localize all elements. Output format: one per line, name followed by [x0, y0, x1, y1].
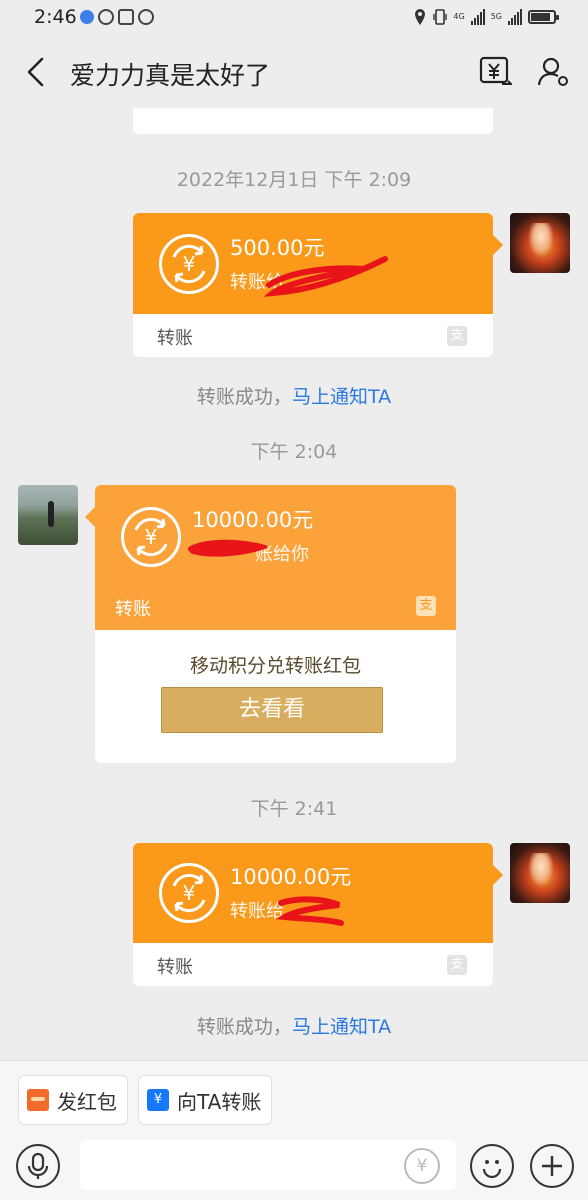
redaction-scribble [188, 539, 267, 557]
quick-transfer-icon[interactable]: ¥ [404, 1148, 440, 1184]
previous-message-card[interactable] [133, 108, 493, 134]
status-time: 2:46 [34, 6, 77, 28]
quick-action-bar: 发红包 ¥ 向TA转账 [0, 1060, 588, 1140]
my-avatar[interactable] [510, 213, 570, 273]
view-promo-button[interactable]: 去看看 [161, 687, 383, 733]
redaction-scribble [275, 896, 344, 926]
transfer-small-icon: ¥ [147, 1089, 169, 1111]
signal-icon-2 [508, 9, 522, 25]
transfer-card-header: ¥ 10000.00元 转账给 [133, 843, 503, 943]
transfer-coin-icon: ¥ [121, 507, 181, 567]
system-text: 转账成功， [196, 1016, 292, 1038]
transfer-coin-icon: ¥ [159, 234, 219, 294]
transfer-card-incoming[interactable]: ¥ 10000.00元 账给你 转账 支 移动积分兑转账红包 去看看 [85, 485, 456, 763]
battery-level [531, 13, 550, 21]
alipay-icon: 支 [447, 955, 467, 975]
transfer-type-label: 转账 [157, 957, 193, 978]
currency-symbol: ¥ [183, 252, 196, 276]
chat-header: 爱力力真是太好了 [0, 36, 588, 108]
message-timestamp: 下午 2:41 [250, 798, 338, 820]
qq-icon [98, 9, 114, 25]
transfer-amount: 10000.00元 [230, 865, 352, 889]
transfer-amount: 10000.00元 [192, 508, 314, 532]
smiley-icon [482, 1160, 502, 1179]
alipay-icon: 支 [416, 596, 436, 616]
currency-symbol: ¥ [183, 881, 196, 905]
message-timestamp: 下午 2:04 [250, 441, 338, 463]
system-message: 转账成功，马上通知TA [0, 382, 588, 409]
bubble-tail [493, 865, 503, 885]
input-bar: ¥ [0, 1140, 588, 1200]
plus-icon [542, 1156, 562, 1176]
transfer-card-header: ¥ 500.00元 转账给 [133, 213, 503, 314]
transfer-coin-icon: ¥ [159, 863, 219, 923]
profile-icon[interactable] [536, 54, 570, 90]
my-avatar[interactable] [510, 843, 570, 903]
microphone-icon [27, 1152, 49, 1179]
notify-link[interactable]: 马上通知TA [292, 1016, 391, 1038]
status-icons-left [80, 9, 154, 25]
location-icon [415, 9, 426, 25]
bubble-tail [85, 507, 95, 527]
bubble-tail [493, 235, 503, 255]
signal-icon-1 [470, 9, 485, 25]
transfer-to-ta-label: 向TA转账 [177, 1089, 262, 1114]
back-arrow-icon[interactable] [22, 56, 52, 88]
status-bar: 2:46 4G 5G [0, 0, 588, 36]
transfer-to-ta-button[interactable]: ¥ 向TA转账 [138, 1075, 273, 1125]
notification-app-icon [80, 10, 94, 24]
currency-symbol: ¥ [145, 525, 158, 549]
emoji-button[interactable] [470, 1144, 514, 1188]
transfer-type-label: 转账 [115, 599, 151, 620]
send-red-packet-label: 发红包 [57, 1089, 117, 1114]
redaction-scribble [263, 256, 388, 297]
message-timestamp: 2022年12月1日 下午 2:09 [176, 169, 412, 191]
promo-text: 移动积分兑转账红包 [189, 655, 361, 677]
message-input[interactable] [80, 1140, 456, 1190]
system-text: 转账成功， [196, 386, 292, 408]
transfer-icon[interactable] [478, 54, 512, 90]
voice-button[interactable] [16, 1144, 60, 1188]
system-message: 转账成功，马上通知TA [0, 1012, 588, 1039]
red-packet-icon [27, 1089, 49, 1111]
notify-link[interactable]: 马上通知TA [292, 386, 391, 408]
alarm-icon [138, 9, 154, 25]
network-label-1: 4G [453, 12, 465, 21]
more-button[interactable] [530, 1144, 574, 1188]
status-icons-right: 4G 5G [413, 8, 559, 26]
vibrate-icon [433, 9, 448, 25]
transfer-card-outgoing[interactable]: ¥ 500.00元 转账给 转账 支 [133, 213, 503, 357]
nfc-icon [118, 9, 134, 25]
send-red-packet-button[interactable]: 发红包 [18, 1075, 128, 1125]
contact-avatar[interactable] [18, 485, 78, 545]
transfer-card-outgoing[interactable]: ¥ 10000.00元 转账给 转账 支 [133, 843, 503, 986]
battery-icon [528, 10, 559, 24]
network-label-2: 5G [490, 12, 502, 21]
chat-title: 爱力力真是太好了 [70, 61, 271, 90]
alipay-icon: 支 [447, 326, 467, 346]
transfer-card-header: ¥ 10000.00元 账给你 转账 支 [85, 485, 456, 630]
transfer-type-label: 转账 [157, 328, 193, 349]
